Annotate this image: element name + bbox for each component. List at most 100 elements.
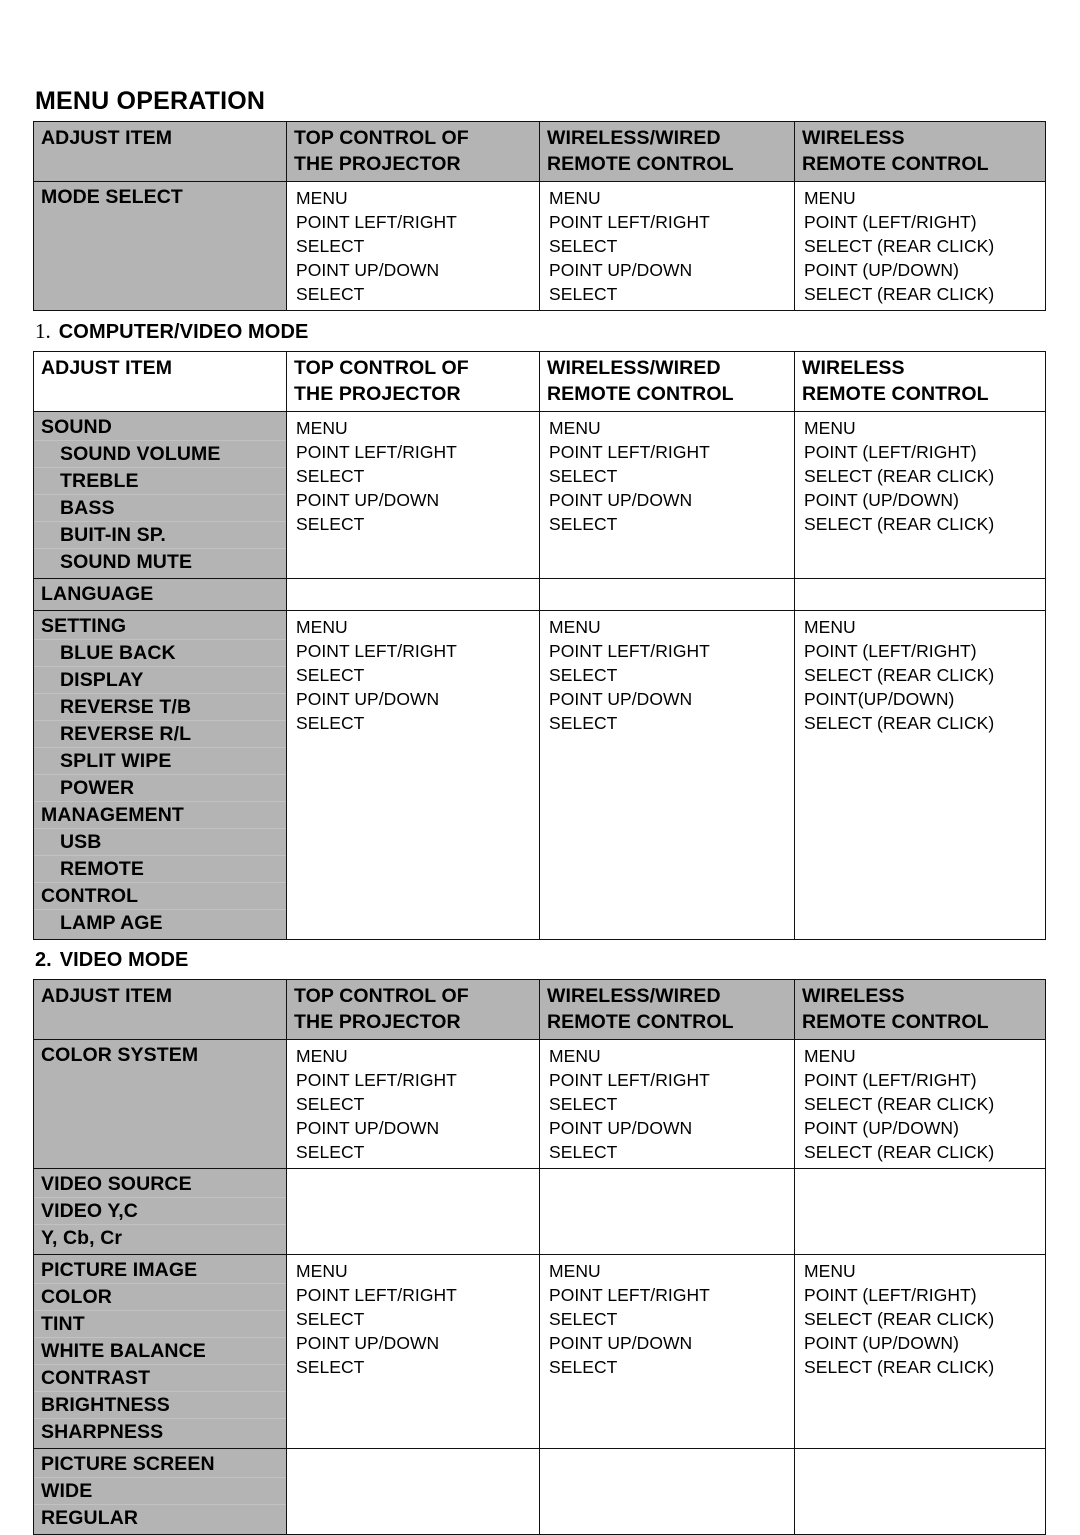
step-line: SELECT (REAR CLICK) [804, 466, 995, 486]
step-line: MENU [296, 418, 348, 438]
adjust-item: VIDEO SOURCE [34, 1171, 286, 1198]
step-line: POINT (UP/DOWN) [804, 490, 960, 510]
steps-cell-1: MENU POINT LEFT/RIGHT SELECT POINT UP/DOWN S… [286, 181, 540, 311]
section-heading-video-mode-table: 2. VIDEO MODE [35, 947, 1045, 975]
steps-list: MENU POINT LEFT/RIGHT SELECT POINT UP/DOWN S… [287, 182, 539, 310]
step-line: SELECT (REAR CLICK) [804, 514, 995, 534]
step-line: POINT UP/DOWN [296, 260, 440, 280]
adjust-item-list: PICTURE IMAGE COLOR TINT WHITE BALANCE CONTR… [34, 1255, 286, 1448]
step-line: MENU [296, 188, 348, 208]
adjust-item-cell: VIDEO SOURCE VIDEO Y,C Y, Cb, Cr [33, 1168, 287, 1255]
steps-cell-3: MENU POINT (LEFT/RIGHT) SELECT (REAR CLICK… [794, 411, 1046, 579]
step-line: POINT UP/DOWN [549, 689, 693, 709]
adjust-item: SPLIT WIPE [34, 748, 286, 775]
steps-list: MENU POINT LEFT/RIGHT SELECT POINT UP/DOWN S… [540, 182, 794, 310]
adjust-item-cell: COLOR SYSTEM [33, 1039, 287, 1169]
steps-list: MENU POINT LEFT/RIGHT SELECT POINT UP/DOWN S… [540, 412, 794, 540]
step-line: MENU [804, 1046, 856, 1066]
adjust-item: BLUE BACK [34, 640, 286, 667]
steps-cell-1: MENU POINT LEFT/RIGHT SELECT POINT UP/DOWN S… [286, 1039, 540, 1169]
adjust-item: DISPLAY [34, 667, 286, 694]
column-header-label: TOP CONTROL OF THE PROJECTOR [294, 985, 469, 1033]
steps-list [287, 1449, 539, 1457]
adjust-item: COLOR [34, 1284, 286, 1311]
steps-cell-1: MENU POINT LEFT/RIGHT SELECT POINT UP/DOWN S… [286, 1254, 540, 1449]
step-line: MENU [804, 1261, 856, 1281]
column-header-label: ADJUST ITEM [41, 985, 173, 1007]
step-line: SELECT (REAR CLICK) [804, 1094, 995, 1114]
adjust-item: VIDEO Y,C [34, 1198, 286, 1225]
step-line: POINT LEFT/RIGHT [296, 1285, 457, 1305]
step-line: SELECT [296, 1357, 365, 1377]
step-line: POINT(UP/DOWN) [804, 689, 955, 709]
column-header-label: WIRELESS REMOTE CONTROL [802, 127, 989, 175]
step-line: MENU [296, 1261, 348, 1281]
column-header-label: WIRELESS/WIRED REMOTE CONTROL [547, 357, 734, 405]
computer-video-mode-table: ADJUST ITEM TOP CONTROL OF THE PROJECTOR W… [33, 351, 1046, 940]
adjust-item: SOUND VOLUME [34, 441, 286, 468]
column-header-3: WIRELESS REMOTE CONTROL [794, 351, 1046, 412]
step-line: SELECT [549, 1142, 618, 1162]
document-content: MENU OPERATION ADJUST ITEM TOP CONTROL OF… [33, 86, 1046, 1535]
step-line: MENU [804, 617, 856, 637]
step-line: POINT (LEFT/RIGHT) [804, 641, 977, 661]
step-line: SELECT (REAR CLICK) [804, 713, 995, 733]
steps-list: MENU POINT (LEFT/RIGHT) SELECT (REAR CLICK… [795, 1040, 1045, 1168]
step-line: MENU [296, 1046, 348, 1066]
adjust-item-list: COLOR SYSTEM [34, 1040, 286, 1071]
step-line: SELECT [296, 665, 365, 685]
adjust-item: MODE SELECT [41, 186, 183, 208]
steps-list: MENU POINT LEFT/RIGHT SELECT POINT UP/DOWN S… [540, 1255, 794, 1383]
column-header-1: TOP CONTROL OF THE PROJECTOR [286, 979, 540, 1040]
adjust-item: MANAGEMENT [34, 802, 286, 829]
steps-list: MENU POINT LEFT/RIGHT SELECT POINT UP/DOWN S… [540, 611, 794, 739]
table-row: PICTURE IMAGE COLOR TINT WHITE BALANCE CONTR… [33, 1254, 1046, 1449]
adjust-item: REVERSE R/L [34, 721, 286, 748]
column-header-2: WIRELESS/WIRED REMOTE CONTROL [539, 121, 795, 182]
step-line: SELECT [549, 1309, 618, 1329]
steps-cell-3: MENU POINT (LEFT/RIGHT) SELECT (REAR CLICK… [794, 1254, 1046, 1449]
step-line: SELECT (REAR CLICK) [804, 665, 995, 685]
adjust-item: SETTING [34, 613, 286, 640]
column-header-3: WIRELESS REMOTE CONTROL [794, 979, 1046, 1040]
adjust-item: SOUND [34, 414, 286, 441]
steps-list [795, 1449, 1045, 1457]
table-row: MODE SELECT MENU POINT LEFT/RIGHT SELECT POI… [33, 181, 1046, 311]
table-row: SOUND SOUND VOLUME TREBLE BASS BUIT-IN SP. SO… [33, 411, 1046, 579]
steps-list [287, 579, 539, 587]
column-header-label: WIRELESS REMOTE CONTROL [802, 357, 989, 405]
column-header-0: ADJUST ITEM [33, 979, 287, 1040]
steps-cell-2 [539, 578, 795, 611]
section-number: 1. [35, 319, 51, 343]
adjust-item-list: VIDEO SOURCE VIDEO Y,C Y, Cb, Cr [34, 1169, 286, 1254]
step-line: POINT LEFT/RIGHT [296, 641, 457, 661]
adjust-item: SOUND MUTE [60, 551, 193, 573]
step-line: SELECT [549, 713, 618, 733]
table-header-row: ADJUST ITEM TOP CONTROL OF THE PROJECTOR W… [33, 121, 1046, 182]
step-line: SELECT (REAR CLICK) [804, 1357, 995, 1377]
adjust-item: LAMP AGE [60, 912, 163, 934]
section-number: 2. [35, 949, 52, 971]
column-header-3: WIRELESS REMOTE CONTROL [794, 121, 1046, 182]
adjust-item: PICTURE IMAGE [34, 1257, 286, 1284]
steps-cell-1: MENU POINT LEFT/RIGHT SELECT POINT UP/DOWN S… [286, 610, 540, 940]
steps-cell-2: MENU POINT LEFT/RIGHT SELECT POINT UP/DOWN S… [539, 1039, 795, 1169]
section-label: COMPUTER/VIDEO MODE [58, 321, 309, 343]
steps-cell-2: MENU POINT LEFT/RIGHT SELECT POINT UP/DOWN S… [539, 610, 795, 940]
table-header-row: ADJUST ITEM TOP CONTROL OF THE PROJECTOR W… [33, 979, 1046, 1040]
table-row: VIDEO SOURCE VIDEO Y,C Y, Cb, Cr [33, 1168, 1046, 1255]
column-header-label: WIRELESS REMOTE CONTROL [802, 985, 989, 1033]
step-line: SELECT [296, 1309, 365, 1329]
adjust-item-list: MODE SELECT [34, 182, 286, 287]
steps-list: MENU POINT (LEFT/RIGHT) SELECT (REAR CLICK… [795, 182, 1045, 310]
steps-list: MENU POINT LEFT/RIGHT SELECT POINT UP/DOWN S… [287, 412, 539, 540]
step-line: POINT LEFT/RIGHT [549, 212, 710, 232]
adjust-item: WIDE [34, 1478, 286, 1505]
adjust-item: BUIT-IN SP. [34, 522, 286, 549]
step-line: MENU [549, 617, 601, 637]
column-header-label: WIRELESS/WIRED REMOTE CONTROL [547, 985, 734, 1033]
step-line: SELECT (REAR CLICK) [804, 236, 995, 256]
steps-list: MENU POINT (LEFT/RIGHT) SELECT (REAR CLICK… [795, 611, 1045, 739]
steps-cell-1: MENU POINT LEFT/RIGHT SELECT POINT UP/DOWN S… [286, 411, 540, 579]
step-line: POINT LEFT/RIGHT [549, 1285, 710, 1305]
